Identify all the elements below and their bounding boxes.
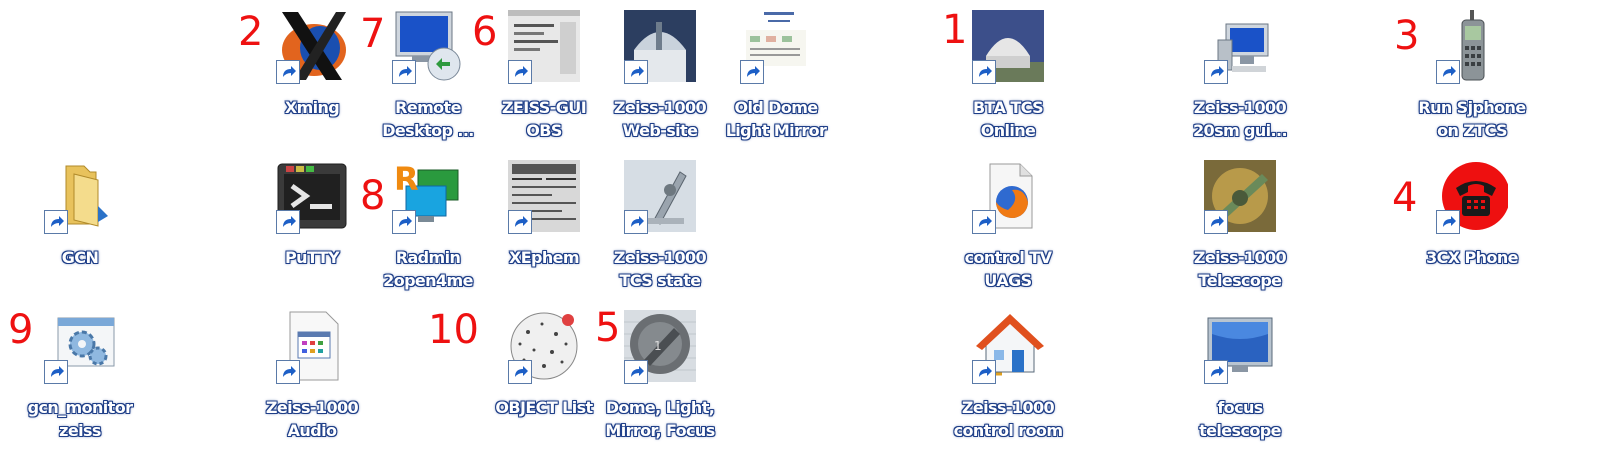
- icon-label: GCN: [61, 248, 99, 267]
- mobile-phone-icon: [1436, 10, 1508, 84]
- icon-label: 3CX Phone: [1426, 248, 1518, 267]
- zeiss-20sm-shortcut[interactable]: Zeiss-1000 20sm gui...: [1180, 10, 1300, 160]
- 3cx-phone-shortcut[interactable]: 3CX Phone: [1412, 160, 1532, 310]
- icon-label: control TV UAGS: [964, 248, 1052, 290]
- tcs-state-shortcut[interactable]: Zeiss-1000 TCS state: [600, 160, 720, 310]
- icon-label: BTA TCS Online: [972, 98, 1044, 140]
- shortcut-arrow-icon: [972, 210, 996, 234]
- shortcut-arrow-icon: [972, 60, 996, 84]
- shortcut-arrow-icon: [624, 210, 648, 234]
- observatory-dome-icon: [624, 10, 696, 84]
- shortcut-arrow-icon: [392, 60, 416, 84]
- radmin-icon: R: [392, 160, 464, 234]
- icon-label: Zeiss-1000 Telescope: [1193, 248, 1287, 290]
- shortcut-arrow-icon: [1204, 210, 1228, 234]
- telescope-photo-icon: [1204, 160, 1276, 234]
- monitor-icon: [1204, 310, 1276, 384]
- object-list-shortcut[interactable]: OBJECT List: [484, 310, 604, 460]
- svg-text:R: R: [394, 160, 419, 198]
- icon-label: gcn_monitor zeiss: [27, 398, 133, 440]
- bta-telescope-icon: [972, 10, 1044, 84]
- shortcut-arrow-icon: [392, 210, 416, 234]
- zeiss-gui-window-icon: [508, 10, 580, 84]
- annotation-number: 8: [360, 173, 386, 219]
- xephem-shortcut[interactable]: XEphem: [484, 160, 604, 310]
- radmin-shortcut[interactable]: R Radmin 2open4me: [368, 160, 488, 310]
- telescope-state-icon: [624, 160, 696, 234]
- annotation-number: 10: [428, 307, 479, 353]
- icon-label: Zeiss-1000 Web-site: [613, 98, 707, 140]
- annotation-number: 3: [1394, 13, 1420, 59]
- xming-shortcut[interactable]: Xming: [252, 10, 372, 160]
- annotation-number: 6: [472, 9, 498, 55]
- annotation-number: 1: [942, 7, 968, 53]
- remote-desktop-shortcut[interactable]: Remote Desktop ...: [368, 10, 488, 160]
- folder-icon: [44, 160, 116, 234]
- putty-terminal-icon: [276, 160, 348, 234]
- shortcut-arrow-icon: [44, 360, 68, 384]
- shortcut-arrow-icon: [624, 360, 648, 384]
- annotation-number: 4: [1392, 175, 1418, 221]
- shortcut-arrow-icon: [44, 210, 68, 234]
- gear-icon: [44, 310, 116, 384]
- annotation-number: 7: [360, 11, 386, 57]
- annotation-number: 2: [238, 9, 264, 55]
- svg-text:1: 1: [654, 339, 662, 353]
- shortcut-arrow-icon: [276, 210, 300, 234]
- annotation-number: 9: [8, 307, 34, 353]
- zeiss-telescope-shortcut[interactable]: Zeiss-1000 Telescope: [1180, 160, 1300, 310]
- shortcut-arrow-icon: [1204, 60, 1228, 84]
- icon-label: XEphem: [508, 248, 580, 267]
- gcn-shortcut[interactable]: GCN: [20, 160, 140, 310]
- desktop: Xming Remote Desktop ... ZEISS-GUI OBS Zei…: [0, 0, 1604, 462]
- shortcut-arrow-icon: [1436, 210, 1460, 234]
- sjphone-shortcut[interactable]: Run Sjphone on ZTCS: [1412, 10, 1532, 160]
- app-document-icon: [276, 310, 348, 384]
- web-page-icon: [740, 10, 812, 84]
- firefox-document-icon: [972, 160, 1044, 234]
- shortcut-arrow-icon: [624, 60, 648, 84]
- shortcut-arrow-icon: [508, 360, 532, 384]
- control-tv-shortcut[interactable]: control TV UAGS: [948, 160, 1068, 310]
- zeiss-web-shortcut[interactable]: Zeiss-1000 Web-site: [600, 10, 720, 160]
- remote-desktop-icon: [392, 10, 464, 84]
- icon-label: Zeiss-1000 control room: [953, 398, 1063, 440]
- dome-control-icon: 1: [624, 310, 696, 384]
- icon-label: PuTTY: [285, 248, 340, 267]
- icon-label: Zeiss-1000 Audio: [265, 398, 359, 440]
- annotation-number: 5: [595, 305, 621, 351]
- icon-label: ZEISS-GUI OBS: [501, 98, 587, 140]
- xming-icon: [276, 10, 348, 84]
- icon-label: Radmin 2open4me: [383, 248, 473, 290]
- focus-telescope-shortcut[interactable]: focus telescope: [1180, 310, 1300, 460]
- shortcut-arrow-icon: [508, 210, 532, 234]
- icon-label: Dome, Light, Mirror, Focus: [605, 398, 715, 440]
- home-network-icon: [972, 310, 1044, 384]
- icon-label: Remote Desktop ...: [382, 98, 474, 140]
- icon-label: Run Sjphone on ZTCS: [1418, 98, 1526, 140]
- shortcut-arrow-icon: [276, 360, 300, 384]
- zeiss-gui-obs-shortcut[interactable]: ZEISS-GUI OBS: [484, 10, 604, 160]
- icon-label: focus telescope: [1199, 398, 1281, 440]
- icon-label: Zeiss-1000 TCS state: [613, 248, 707, 290]
- gcn-monitor-shortcut[interactable]: gcn_monitor zeiss: [20, 310, 140, 460]
- icon-label: OBJECT List: [495, 398, 593, 417]
- shortcut-arrow-icon: [972, 360, 996, 384]
- old-dome-shortcut[interactable]: Old Dome Light Mirror: [716, 10, 836, 160]
- icon-label: Old Dome Light Mirror: [725, 98, 827, 140]
- shortcut-arrow-icon: [1436, 60, 1460, 84]
- xephem-window-icon: [508, 160, 580, 234]
- telephone-icon: [1436, 160, 1508, 234]
- shortcut-arrow-icon: [276, 60, 300, 84]
- audio-shortcut[interactable]: Zeiss-1000 Audio: [252, 310, 372, 460]
- control-room-shortcut[interactable]: Zeiss-1000 control room: [948, 310, 1068, 460]
- icon-label: Xming: [284, 98, 340, 117]
- icon-label: Zeiss-1000 20sm gui...: [1193, 98, 1288, 140]
- putty-shortcut[interactable]: PuTTY: [252, 160, 372, 310]
- shortcut-arrow-icon: [1204, 360, 1228, 384]
- shortcut-arrow-icon: [740, 60, 764, 84]
- shortcut-arrow-icon: [508, 60, 532, 84]
- network-computer-icon: [1204, 10, 1276, 84]
- star-chart-icon: [508, 310, 580, 384]
